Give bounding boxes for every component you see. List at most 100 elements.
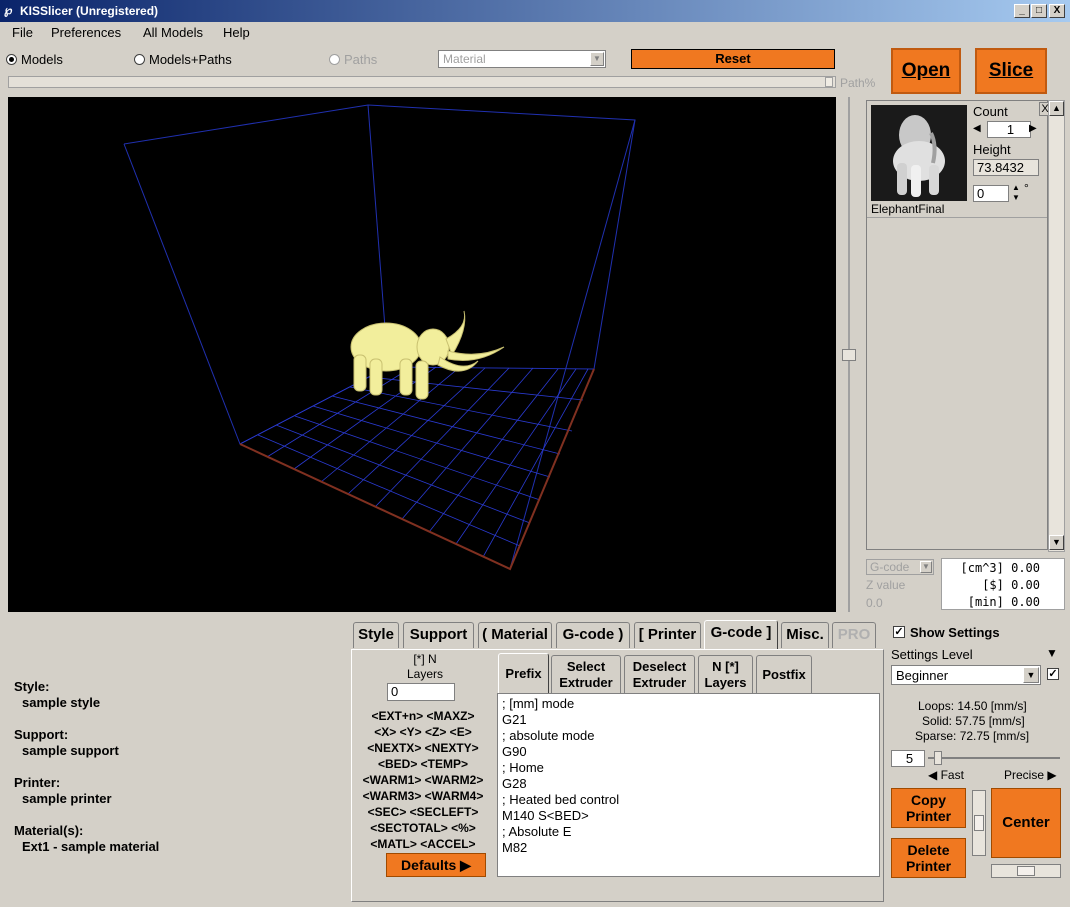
gcode-select-value: G-code — [870, 560, 910, 574]
settings-level-select[interactable]: Beginner ▼ — [891, 665, 1041, 685]
macro-line: <WARM3> <WARM4> — [362, 789, 484, 803]
gcode-line: M82 — [502, 840, 528, 855]
minimize-button[interactable]: _ — [1014, 4, 1030, 18]
radio-paths[interactable]: Paths — [329, 52, 377, 67]
window-title: KISSlicer (Unregistered) — [20, 4, 159, 18]
speed-loops: Loops: 14.50 [mm/s] — [918, 699, 1027, 713]
count-decrement-icon[interactable]: ◀ — [973, 121, 985, 137]
slider-thumb[interactable] — [934, 751, 942, 765]
show-settings-checkbox[interactable]: ✓ — [893, 626, 905, 638]
speed-sparse: Sparse: 72.75 [mm/s] — [915, 729, 1030, 743]
summary-style-value: sample style — [22, 695, 101, 710]
scroll-down-icon[interactable]: ▼ — [1049, 535, 1064, 550]
plate-edge — [239, 368, 595, 571]
horizontal-toggle[interactable] — [991, 864, 1061, 878]
gcode-line: ; absolute mode — [502, 728, 595, 743]
settings-level-checkbox[interactable]: ✓ — [1047, 668, 1059, 680]
reset-button[interactable]: Reset — [631, 49, 835, 69]
tab-pro[interactable]: PRO — [832, 622, 876, 648]
radio-models-label: Models — [21, 52, 63, 67]
slider-thumb[interactable] — [825, 77, 833, 87]
toggle-thumb[interactable] — [1017, 866, 1035, 876]
tab-gcode-material[interactable]: G-code ) — [556, 622, 630, 648]
stats-box: [cm^3] 0.00 [$] 0.00 [min] 0.00 — [941, 558, 1065, 610]
elephant-model[interactable] — [350, 310, 505, 400]
gcode-line: ; [mm] mode — [502, 696, 575, 711]
tab-style[interactable]: Style — [353, 622, 399, 648]
tab-printer[interactable]: [ Printer — [634, 622, 701, 648]
layers-input[interactable]: 0 — [387, 683, 455, 701]
slider-track — [928, 757, 1060, 759]
arrow-left-icon: ◀ — [928, 768, 938, 782]
close-button[interactable]: X — [1049, 4, 1065, 18]
gcode-select[interactable]: G-code ▼ — [866, 559, 934, 575]
defaults-label: Defaults — [401, 857, 457, 873]
maximize-button[interactable]: □ — [1031, 4, 1047, 18]
copy-printer-button[interactable]: Copy Printer — [891, 788, 966, 828]
fast-label: ◀ Fast — [928, 768, 964, 782]
slider-thumb[interactable] — [842, 349, 856, 361]
material-select-value: Material — [443, 52, 486, 66]
menu-all-models[interactable]: All Models — [143, 25, 203, 40]
menu-preferences[interactable]: Preferences — [51, 25, 121, 40]
macro-line: <SECTOTAL> <%> — [370, 821, 476, 835]
rotation-spinner-icon[interactable]: ▲ ▼ — [1010, 183, 1022, 203]
speed-slider[interactable] — [928, 750, 1060, 766]
precise-text: Precise — [1004, 768, 1045, 782]
count-increment-icon[interactable]: ▶ — [1029, 121, 1041, 137]
macro-line: <MATL> <ACCEL> — [370, 837, 476, 851]
stats-volume: [cm^3] 0.00 — [960, 561, 1040, 575]
subtab-deselect-extruder[interactable]: Deselect Extruder — [624, 655, 695, 693]
open-button[interactable]: Open — [891, 48, 961, 94]
gcode-line: G90 — [502, 744, 527, 759]
delete-printer-button[interactable]: Delete Printer — [891, 838, 966, 878]
speed-value[interactable]: 5 — [891, 750, 925, 767]
tab-material[interactable]: ( Material — [478, 622, 552, 648]
tab-misc[interactable]: Misc. — [781, 622, 829, 648]
tab-gcode-printer[interactable]: G-code ] — [704, 620, 778, 650]
models-scrollbar[interactable]: ▲ ▼ — [1048, 100, 1065, 552]
defaults-button[interactable]: Defaults ▶ — [386, 853, 486, 877]
macro-line: <SEC> <SECLEFT> — [367, 805, 479, 819]
summary-support-value: sample support — [22, 743, 119, 758]
subtab-n-layers[interactable]: N [*] Layers — [698, 655, 753, 693]
menu-bar: File Preferences All Models Help — [0, 22, 1070, 43]
3d-viewport[interactable] — [8, 97, 836, 612]
radio-dot-icon — [6, 54, 17, 65]
tab-support[interactable]: Support — [403, 622, 474, 648]
gcode-line: ; Heated bed control — [502, 792, 620, 807]
height-input[interactable]: 73.8432 — [973, 159, 1039, 176]
height-label: Height — [973, 142, 1011, 157]
radio-models-paths[interactable]: Models+Paths — [134, 52, 232, 67]
vertical-toggle[interactable] — [972, 790, 986, 856]
material-select[interactable]: Material ▼ — [438, 50, 606, 68]
layer-slider[interactable] — [840, 97, 858, 612]
count-label: Count — [973, 104, 1008, 119]
scroll-up-icon[interactable]: ▲ — [1049, 101, 1064, 116]
model-thumbnail[interactable] — [871, 105, 967, 201]
arrow-right-icon: ▶ — [1047, 768, 1057, 782]
subtab-prefix[interactable]: Prefix — [498, 653, 549, 693]
speed-solid: Solid: 57.75 [mm/s] — [922, 714, 1025, 728]
slice-button[interactable]: Slice — [975, 48, 1047, 94]
zvalue-label: Z value — [866, 578, 906, 592]
toggle-thumb[interactable] — [974, 815, 984, 831]
gcode-line: G28 — [502, 776, 527, 791]
summary-material-label: Material(s): — [14, 823, 84, 838]
path-percent-slider[interactable] — [8, 76, 836, 88]
center-button[interactable]: Center — [991, 788, 1061, 858]
gcode-textarea[interactable]: ; [mm] mode G21 ; absolute mode G90 ; Ho… — [497, 693, 880, 877]
subtab-postfix[interactable]: Postfix — [756, 655, 812, 693]
radio-dot-icon — [134, 54, 145, 65]
dropdown-arrow-icon: ▼ — [1023, 667, 1039, 683]
subtab-select-extruder[interactable]: Select Extruder — [551, 655, 621, 693]
layers-label: [*] N Layers — [406, 652, 444, 681]
menu-file[interactable]: File — [12, 25, 33, 40]
macro-line: <WARM1> <WARM2> — [362, 773, 484, 787]
radio-models[interactable]: Models — [6, 52, 63, 67]
triangle-down-icon[interactable]: ▼ — [1046, 646, 1058, 660]
menu-help[interactable]: Help — [223, 25, 250, 40]
count-input[interactable]: 1 — [987, 121, 1031, 138]
degree-symbol: ° — [1024, 181, 1029, 195]
rotation-input[interactable]: 0 — [973, 185, 1009, 202]
